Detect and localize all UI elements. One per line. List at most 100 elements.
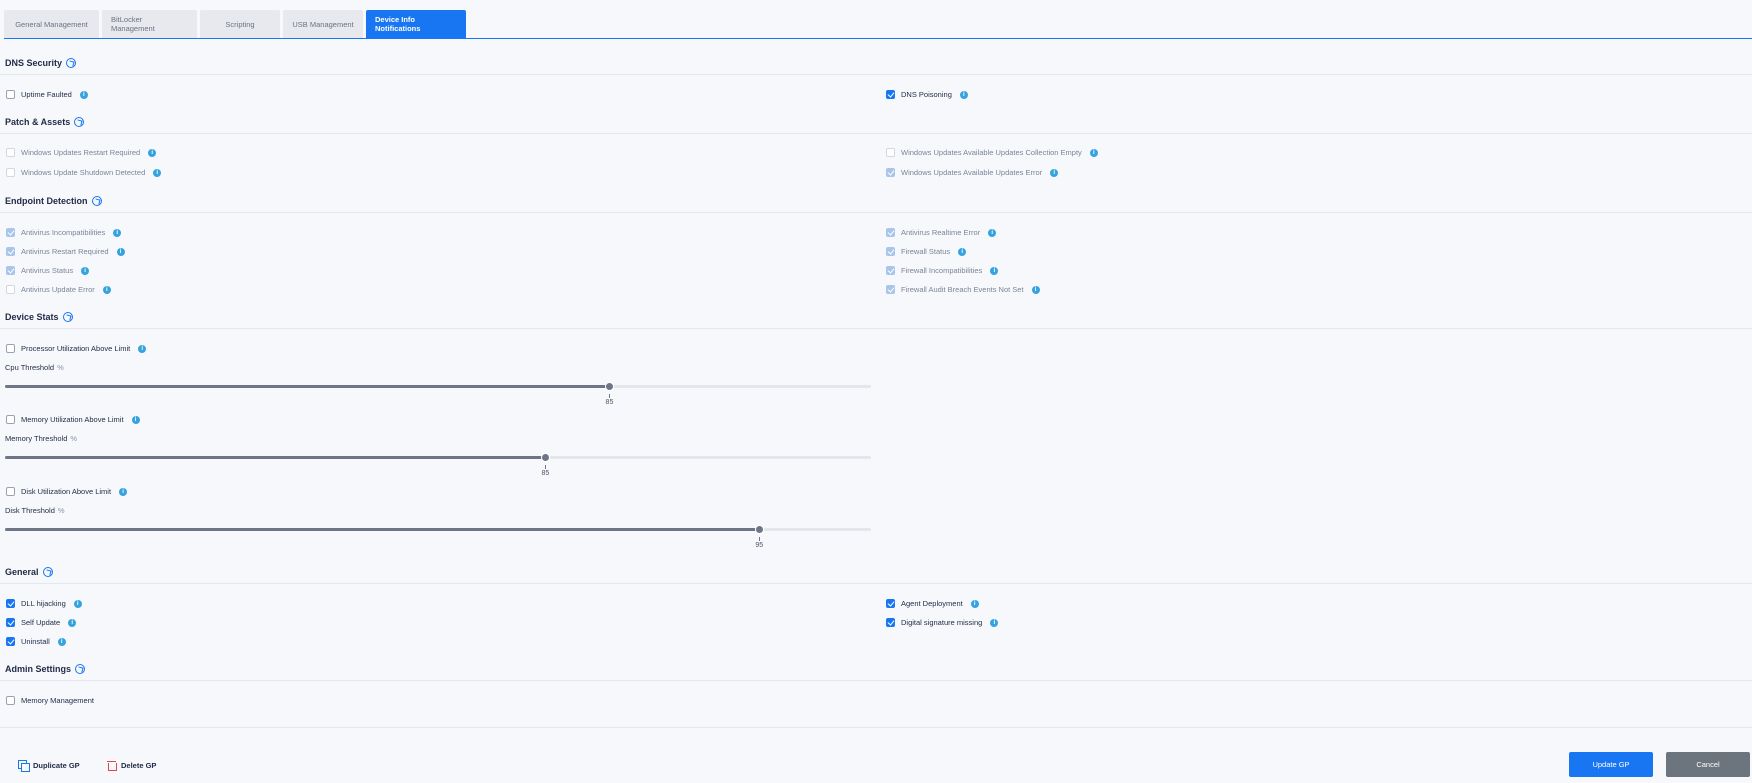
info-icon[interactable]: i (153, 168, 162, 177)
checkbox[interactable] (6, 247, 15, 256)
option-digital-signature-missing[interactable]: Digital signature missing i (886, 618, 999, 627)
slider-thumb[interactable] (754, 525, 764, 534)
option-label: Antivirus Status (21, 266, 74, 275)
info-icon[interactable]: i (148, 148, 157, 157)
info-icon[interactable]: i (79, 90, 88, 99)
option-antivirus-update-error[interactable]: Antivirus Update Error i (6, 285, 111, 294)
info-icon[interactable]: i (116, 247, 125, 256)
checkbox[interactable] (886, 90, 895, 99)
checkbox[interactable] (886, 247, 895, 256)
checkbox[interactable] (6, 266, 15, 275)
trash-icon (107, 760, 117, 771)
option-antivirus-incompatibilities[interactable]: Antivirus Incompatibilities i (6, 228, 122, 237)
tab-device-info-notifications[interactable]: Device Info Notifications (366, 10, 466, 38)
refresh-icon[interactable] (74, 117, 85, 127)
disk-threshold-label: Disk Threshold% (5, 506, 65, 515)
option-windows-updates-collection-empty[interactable]: Windows Updates Available Updates Collec… (886, 148, 1098, 157)
checkbox[interactable] (886, 285, 895, 294)
checkbox[interactable] (6, 228, 15, 237)
option-antivirus-realtime-error[interactable]: Antivirus Realtime Error i (886, 228, 997, 237)
tab-scripting[interactable]: Scripting (200, 10, 280, 38)
option-windows-updates-restart-required[interactable]: Windows Updates Restart Required i (6, 148, 157, 157)
tab-general-management[interactable]: General Management (4, 10, 99, 38)
info-icon[interactable]: i (81, 266, 90, 275)
cpu-threshold-slider[interactable]: 85 (5, 380, 871, 406)
info-icon[interactable]: i (958, 247, 967, 256)
option-uptime-faulted[interactable]: Uptime Faulted i (6, 90, 88, 99)
checkbox[interactable] (886, 266, 895, 275)
checkbox[interactable] (6, 415, 15, 424)
info-icon[interactable]: i (131, 415, 140, 424)
info-icon[interactable]: i (988, 228, 997, 237)
option-antivirus-status[interactable]: Antivirus Status i (6, 266, 90, 275)
info-icon[interactable]: i (138, 344, 147, 353)
info-icon[interactable]: i (1031, 285, 1040, 294)
memory-threshold-label: Memory Threshold% (5, 434, 77, 443)
option-disk-utilization[interactable]: Disk Utilization Above Limit i (6, 487, 128, 496)
duplicate-gp-button[interactable]: Duplicate GP (18, 760, 80, 772)
checkbox[interactable] (6, 90, 15, 99)
option-label: Antivirus Incompatibilities (21, 228, 106, 237)
duplicate-icon (18, 760, 30, 772)
slider-thumb[interactable] (604, 382, 614, 391)
checkbox[interactable] (6, 618, 15, 627)
option-processor-utilization[interactable]: Processor Utilization Above Limit i (6, 344, 147, 353)
option-agent-deployment[interactable]: Agent Deployment i (886, 599, 979, 608)
checkbox[interactable] (886, 599, 895, 608)
info-icon[interactable]: i (1050, 168, 1059, 177)
info-icon[interactable]: i (990, 618, 999, 627)
info-icon[interactable]: i (68, 618, 77, 627)
option-dll-hijacking[interactable]: DLL hijacking i (6, 599, 82, 608)
tab-usb-management[interactable]: USB Management (283, 10, 363, 38)
checkbox[interactable] (6, 599, 15, 608)
info-icon[interactable]: i (959, 90, 968, 99)
option-memory-utilization[interactable]: Memory Utilization Above Limit i (6, 415, 140, 424)
checkbox[interactable] (886, 618, 895, 627)
checkbox[interactable] (6, 285, 15, 294)
option-windows-updates-available-updates-error[interactable]: Windows Updates Available Updates Error … (886, 168, 1059, 177)
info-icon[interactable]: i (102, 285, 111, 294)
option-firewall-audit-breach-events[interactable]: Firewall Audit Breach Events Not Set i (886, 285, 1040, 294)
option-firewall-status[interactable]: Firewall Status i (886, 247, 967, 256)
info-icon[interactable]: i (990, 266, 999, 275)
refresh-icon[interactable] (91, 196, 102, 206)
slider-thumb[interactable] (540, 453, 550, 462)
checkbox[interactable] (6, 487, 15, 496)
tab-bitlocker-management[interactable]: BitLocker Management (102, 10, 197, 38)
section-title-text: General (5, 567, 39, 577)
tab-bar: General Management BitLocker Management … (4, 10, 466, 38)
info-icon[interactable]: i (119, 487, 128, 496)
option-self-update[interactable]: Self Update i (6, 618, 77, 627)
slider-value: 95 (755, 542, 764, 549)
info-icon[interactable]: i (1089, 148, 1098, 157)
checkbox[interactable] (6, 637, 15, 646)
option-antivirus-restart-required[interactable]: Antivirus Restart Required i (6, 247, 125, 256)
info-icon[interactable]: i (113, 228, 122, 237)
option-memory-management[interactable]: Memory Management (6, 696, 94, 705)
checkbox[interactable] (886, 168, 895, 177)
disk-threshold-slider[interactable]: 95 (5, 523, 871, 549)
checkbox[interactable] (6, 696, 15, 705)
checkbox[interactable] (6, 148, 15, 157)
checkbox[interactable] (886, 228, 895, 237)
delete-gp-button[interactable]: Delete GP (107, 760, 156, 771)
option-uninstall[interactable]: Uninstall i (6, 637, 66, 646)
refresh-icon[interactable] (66, 58, 77, 68)
refresh-icon[interactable] (42, 567, 53, 577)
option-windows-update-shutdown-detected[interactable]: Windows Update Shutdown Detected i (6, 168, 162, 177)
option-dns-poisoning[interactable]: DNS Poisoning i (886, 90, 968, 99)
threshold-unit: % (57, 506, 65, 515)
memory-threshold-slider[interactable]: 85 (5, 451, 871, 477)
cpu-threshold-label: Cpu Threshold% (5, 363, 64, 372)
update-gp-button[interactable]: Update GP (1569, 752, 1653, 777)
cancel-button[interactable]: Cancel (1666, 752, 1750, 777)
option-firewall-incompatibilities[interactable]: Firewall Incompatibilities i (886, 266, 999, 275)
checkbox[interactable] (6, 168, 15, 177)
info-icon[interactable]: i (970, 599, 979, 608)
info-icon[interactable]: i (73, 599, 82, 608)
checkbox[interactable] (6, 344, 15, 353)
refresh-icon[interactable] (75, 664, 86, 674)
info-icon[interactable]: i (57, 637, 66, 646)
refresh-icon[interactable] (62, 312, 73, 322)
checkbox[interactable] (886, 148, 895, 157)
